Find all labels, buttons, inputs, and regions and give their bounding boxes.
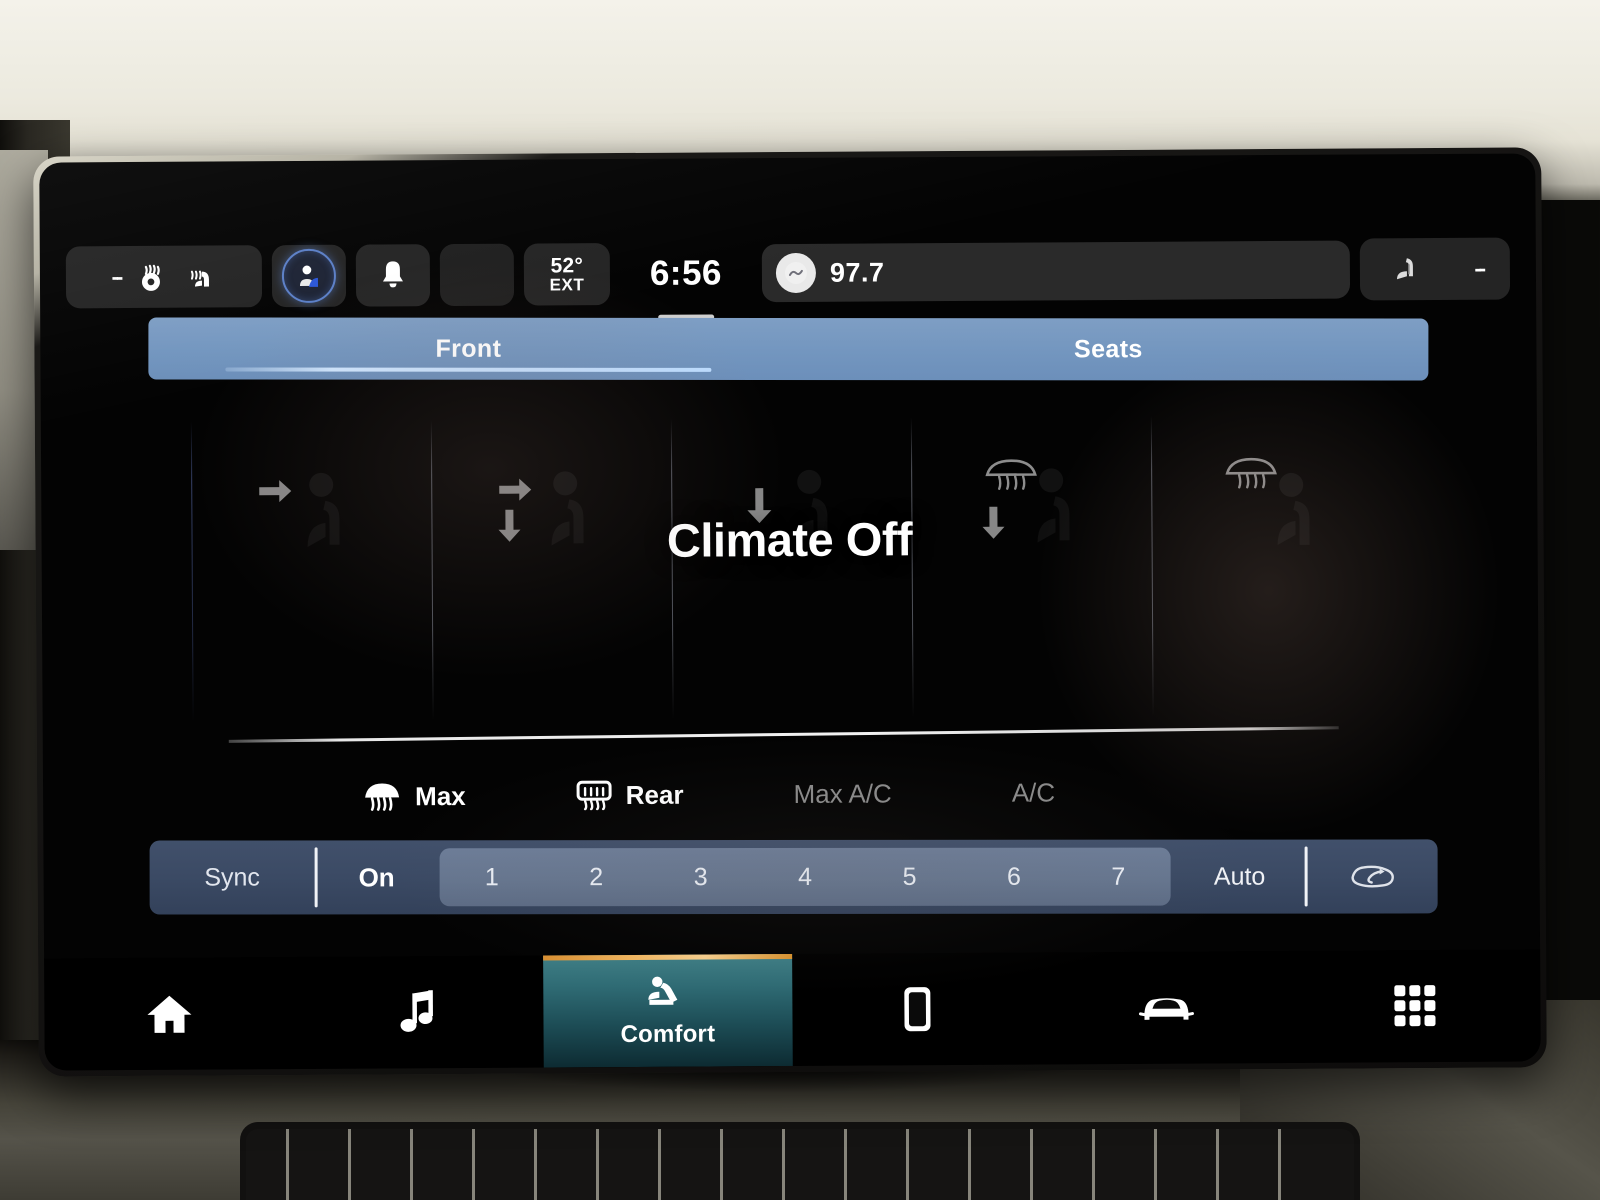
rear-defrost-label: Rear	[625, 779, 684, 810]
recirculation-button[interactable]	[1308, 861, 1438, 891]
radio-station: 97.7	[829, 256, 885, 288]
climate-main-area: Climate Off	[41, 375, 1539, 776]
fan-speed-2[interactable]: 2	[544, 863, 648, 892]
tab-front-label: Front	[435, 334, 502, 363]
nav-item-media[interactable]	[293, 956, 543, 1070]
ac-label: A/C	[1011, 776, 1056, 808]
head-unit-bezel: -- 52° EXT 6:56 97.7 -- Front Seats Clim…	[33, 147, 1547, 1077]
climate-function-row: Max Rear Max A/C A/C	[193, 754, 1373, 833]
heated-seat-icon[interactable]	[186, 261, 216, 291]
max-defrost-label: Max	[415, 780, 466, 811]
music-note-icon	[398, 989, 438, 1035]
fan-control-bar: Sync On 1 2 3 4 5 6 7 Auto	[149, 839, 1438, 915]
infotainment-screen[interactable]: -- 52° EXT 6:56 97.7 -- Front Seats Clim…	[39, 153, 1541, 1071]
media-now-playing[interactable]: 97.7	[761, 240, 1351, 303]
fan-speed-track[interactable]: 1 2 3 4 5 6 7	[439, 847, 1171, 907]
power-on-button[interactable]: On	[318, 862, 436, 893]
zone-divider	[190, 421, 194, 722]
tab-front[interactable]: Front	[148, 317, 788, 380]
home-icon	[145, 992, 193, 1036]
recirculation-icon	[1349, 861, 1397, 891]
dash-glyph-left: --	[111, 264, 121, 290]
driver-profile-icon	[299, 265, 319, 287]
nav-item-comfort[interactable]: Comfort	[542, 953, 793, 1068]
clock-time: 6:56	[649, 253, 723, 293]
climate-tab-bar: Front Seats	[148, 317, 1429, 381]
exterior-temp-label: EXT	[549, 275, 585, 295]
nav-item-apps[interactable]	[1291, 949, 1541, 1063]
ac-button[interactable]: A/C	[1012, 777, 1056, 808]
nav-item-vehicle[interactable]	[1041, 951, 1291, 1065]
dashboard-vent-grille	[240, 1122, 1360, 1200]
comfort-seat-icon	[644, 973, 692, 1013]
exterior-temperature[interactable]: 52° EXT	[523, 243, 611, 306]
max-ac-button[interactable]: Max A/C	[793, 778, 891, 810]
radio-disc-icon	[775, 252, 817, 294]
seat-icon[interactable]	[1387, 252, 1421, 286]
phone-icon	[901, 985, 933, 1033]
tab-seats-label: Seats	[1074, 334, 1143, 363]
max-ac-label: Max A/C	[793, 777, 892, 809]
tab-seats[interactable]: Seats	[788, 318, 1428, 381]
fan-speed-4[interactable]: 4	[753, 862, 857, 891]
heated-steering-wheel-icon[interactable]	[136, 262, 170, 292]
profile-ring	[281, 248, 337, 304]
status-blank-tile[interactable]	[439, 243, 515, 307]
car-icon	[1136, 989, 1196, 1027]
nav-item-home[interactable]	[44, 957, 294, 1071]
exterior-temp-value: 52°	[550, 253, 584, 278]
profile-button[interactable]	[271, 244, 347, 308]
nav-item-comfort-label: Comfort	[620, 1020, 716, 1049]
clock[interactable]: 6:56	[620, 253, 752, 320]
bell-icon	[382, 261, 403, 288]
rear-defrost-button[interactable]: Rear	[576, 779, 684, 811]
climate-status-text: Climate Off	[666, 512, 913, 567]
status-bar: -- 52° EXT 6:56 97.7 --	[40, 231, 1536, 320]
dash-glyph-right: --	[1474, 255, 1484, 281]
apps-grid-icon	[1393, 983, 1439, 1029]
bottom-navigation-bar: Comfort	[44, 949, 1541, 1071]
nav-item-phone[interactable]	[792, 952, 1042, 1066]
rear-defrost-icon	[576, 780, 612, 811]
tab-front-underline	[225, 367, 712, 372]
defrost-icon	[363, 781, 401, 811]
fan-speed-1[interactable]: 1	[440, 863, 544, 892]
fan-speed-6[interactable]: 6	[962, 862, 1066, 891]
notifications-button[interactable]	[355, 244, 431, 307]
photograph-of-car-dashboard: -- 52° EXT 6:56 97.7 -- Front Seats Clim…	[0, 0, 1600, 1200]
fan-speed-7[interactable]: 7	[1066, 862, 1170, 891]
max-defrost-button[interactable]: Max	[363, 780, 466, 812]
status-right-group[interactable]: --	[1359, 237, 1511, 301]
fan-speed-5[interactable]: 5	[857, 862, 961, 891]
sync-button[interactable]: Sync	[150, 863, 315, 892]
status-left-group[interactable]: --	[65, 245, 263, 309]
auto-button[interactable]: Auto	[1175, 862, 1305, 891]
fan-speed-3[interactable]: 3	[648, 863, 752, 892]
